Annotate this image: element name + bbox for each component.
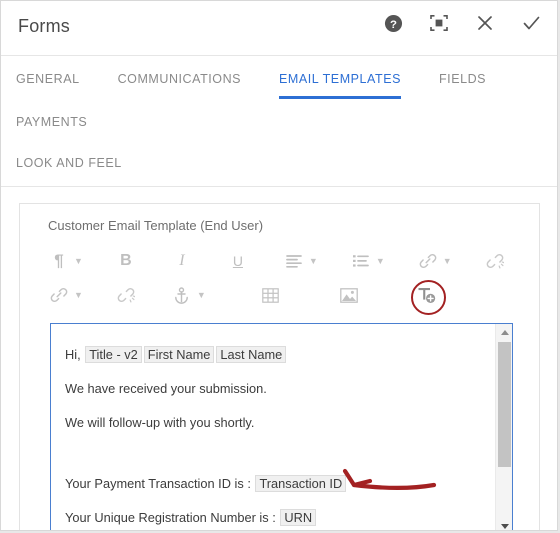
unlink-icon[interactable] bbox=[482, 247, 508, 275]
merge-token[interactable]: URN bbox=[280, 509, 317, 526]
tab-look-and-feel[interactable]: LOOK AND FEEL bbox=[16, 142, 122, 186]
tab-email-templates[interactable]: EMAIL TEMPLATES bbox=[279, 56, 401, 99]
table-glyph bbox=[258, 282, 284, 308]
anchor-icon[interactable]: ▼ bbox=[169, 281, 206, 309]
merge-field-glyph bbox=[414, 282, 440, 308]
link-glyph bbox=[46, 282, 72, 308]
insert-merge-field-icon[interactable] bbox=[411, 279, 447, 315]
tab-list: GENERAL COMMUNICATIONS EMAIL TEMPLATES F… bbox=[1, 56, 557, 186]
chevron-down-icon: ▼ bbox=[375, 255, 385, 266]
editor-content[interactable]: Hi, Title - v2 First Name Last Name We hav… bbox=[51, 324, 495, 530]
underline-glyph: U bbox=[232, 253, 243, 269]
dialog-header: Forms ? bbox=[1, 1, 557, 56]
maximize-icon[interactable] bbox=[427, 11, 451, 35]
bold-icon[interactable]: B bbox=[113, 247, 139, 275]
header-actions: ? bbox=[381, 11, 543, 35]
toolbar-row-2: ▼ ▼ bbox=[46, 278, 516, 315]
link-glyph bbox=[415, 248, 441, 274]
confirm-icon[interactable] bbox=[519, 11, 543, 35]
merge-token[interactable]: Title - v2 bbox=[85, 346, 142, 363]
merge-token[interactable]: Last Name bbox=[216, 346, 287, 363]
chevron-down-icon: ▼ bbox=[74, 255, 83, 266]
italic-glyph: I bbox=[179, 252, 185, 269]
editor-line: Your Payment Transaction ID is : Transac… bbox=[65, 475, 483, 492]
italic-icon[interactable]: I bbox=[169, 247, 195, 275]
forms-dialog: Forms ? GENERAL COMMUNICATIONS EMAIL TEM… bbox=[0, 0, 558, 531]
scroll-up-arrow-icon[interactable] bbox=[496, 324, 512, 340]
editor-line: We have received your submission. bbox=[65, 380, 483, 397]
paragraph-glyph: ¶ bbox=[54, 251, 64, 270]
anchor-glyph bbox=[169, 282, 195, 308]
email-template-panel: Customer Email Template (End User) ¶ ▼ B bbox=[19, 203, 540, 530]
tab-payments[interactable]: PAYMENTS bbox=[16, 99, 87, 142]
underline-icon[interactable]: U bbox=[225, 247, 251, 275]
insert-link-icon[interactable]: ▼ bbox=[415, 247, 452, 275]
editor-text: We will follow-up with you shortly. bbox=[65, 415, 255, 430]
editor-text: Hi, bbox=[65, 347, 81, 362]
tab-bar: GENERAL COMMUNICATIONS EMAIL TEMPLATES F… bbox=[1, 56, 557, 187]
editor-text: Your Unique Registration Number is : bbox=[65, 510, 276, 525]
tab-general[interactable]: GENERAL bbox=[16, 56, 80, 99]
editor-text: Your Payment Transaction ID is : bbox=[65, 476, 251, 491]
align-icon[interactable]: ▼ bbox=[281, 247, 318, 275]
chevron-down-icon: ▼ bbox=[74, 289, 83, 300]
insert-image-icon[interactable] bbox=[336, 281, 362, 309]
align-glyph bbox=[281, 248, 307, 274]
tab-fields[interactable]: FIELDS bbox=[439, 56, 486, 99]
insert-table-icon[interactable] bbox=[258, 281, 284, 309]
svg-text:?: ? bbox=[390, 18, 397, 30]
bold-glyph: B bbox=[120, 252, 132, 269]
editor-scrollbar[interactable] bbox=[495, 324, 512, 530]
scrollbar-thumb[interactable] bbox=[498, 342, 511, 467]
tab-communications[interactable]: COMMUNICATIONS bbox=[118, 56, 241, 99]
chevron-down-icon: ▼ bbox=[196, 289, 206, 300]
merge-token[interactable]: First Name bbox=[143, 346, 215, 363]
list-icon[interactable]: ▼ bbox=[348, 247, 385, 275]
help-icon[interactable]: ? bbox=[381, 11, 405, 35]
email-body-editor[interactable]: Hi, Title - v2 First Name Last Name We hav… bbox=[50, 323, 513, 530]
toolbar-row-1: ¶ ▼ B I U ▼ ▼ ▼ bbox=[46, 244, 516, 278]
page-title: Forms bbox=[18, 16, 70, 36]
close-icon[interactable] bbox=[473, 11, 497, 35]
list-glyph bbox=[348, 248, 374, 274]
editor-line: We will follow-up with you shortly. bbox=[65, 414, 483, 431]
editor-text: We have received your submission. bbox=[65, 381, 267, 396]
unlink-icon[interactable] bbox=[113, 281, 139, 309]
chevron-down-icon: ▼ bbox=[442, 255, 452, 266]
unlink-glyph bbox=[113, 282, 139, 308]
panel-label: Customer Email Template (End User) bbox=[48, 218, 264, 233]
scroll-down-arrow-icon[interactable] bbox=[496, 518, 512, 530]
insert-link-icon[interactable]: ▼ bbox=[46, 281, 83, 309]
chevron-down-icon: ▼ bbox=[308, 255, 318, 266]
paragraph-format-icon[interactable]: ¶ ▼ bbox=[46, 247, 83, 275]
editor-line: Hi, Title - v2 First Name Last Name bbox=[65, 346, 483, 363]
merge-token[interactable]: Transaction ID bbox=[255, 475, 347, 492]
editor-toolbar: ¶ ▼ B I U ▼ ▼ ▼ ▼ ▼ bbox=[46, 244, 516, 315]
editor-line: Your Unique Registration Number is : URN bbox=[65, 509, 483, 526]
image-glyph bbox=[336, 282, 362, 308]
unlink-glyph bbox=[482, 248, 508, 274]
